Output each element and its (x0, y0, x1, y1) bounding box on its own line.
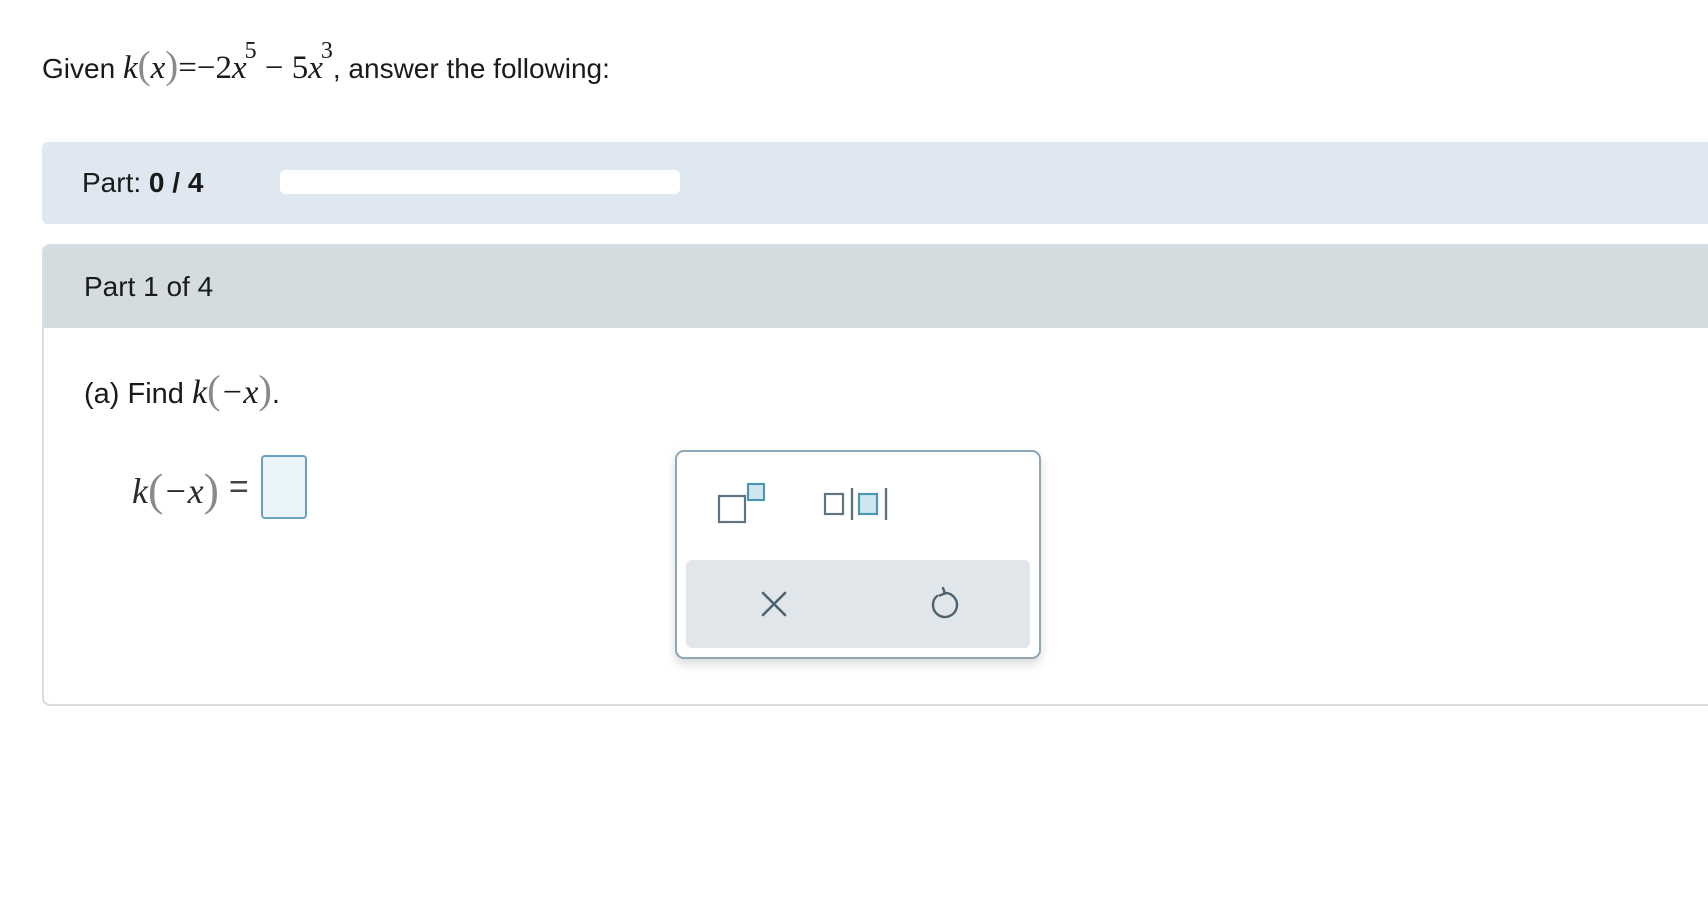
problem-function: k(x)=−2x5 − 5x3 (122, 38, 333, 87)
math-palette (675, 450, 1041, 659)
exponent-3: 3 (320, 38, 333, 64)
problem-suffix: , answer the following: (332, 53, 610, 84)
part-header: Part 1 of 4 (44, 246, 1708, 328)
clear-button[interactable] (752, 582, 796, 626)
problem-statement: Given k(x)=−2x5 − 5x3, answer the follow… (42, 38, 610, 95)
absolute-value-button[interactable] (823, 484, 895, 524)
superscript-button[interactable] (716, 482, 768, 526)
exponent-5: 5 (244, 38, 257, 64)
superscript-icon (717, 482, 766, 524)
answer-lhs: k(−x) (132, 463, 219, 515)
progress-bar (280, 170, 680, 194)
absolute-value-icon (823, 488, 888, 520)
undo-icon (931, 586, 959, 619)
answer-row: k(−x) = (132, 452, 307, 522)
answer-input[interactable] (260, 455, 307, 519)
answer-equals: = (228, 467, 249, 506)
progress-band: Part: 0 / 4 (42, 142, 1708, 224)
undo-button[interactable] (922, 582, 966, 626)
progress-value: 0 / 4 (148, 167, 204, 198)
part-title: Part 1 of 4 (84, 271, 214, 302)
palette-actions (686, 560, 1030, 648)
problem-prefix: Given (42, 53, 116, 84)
question-text: (a) Find k(−x). (84, 367, 280, 412)
progress-label: Part: 0 / 4 (82, 167, 204, 198)
clear-icon (761, 591, 787, 617)
